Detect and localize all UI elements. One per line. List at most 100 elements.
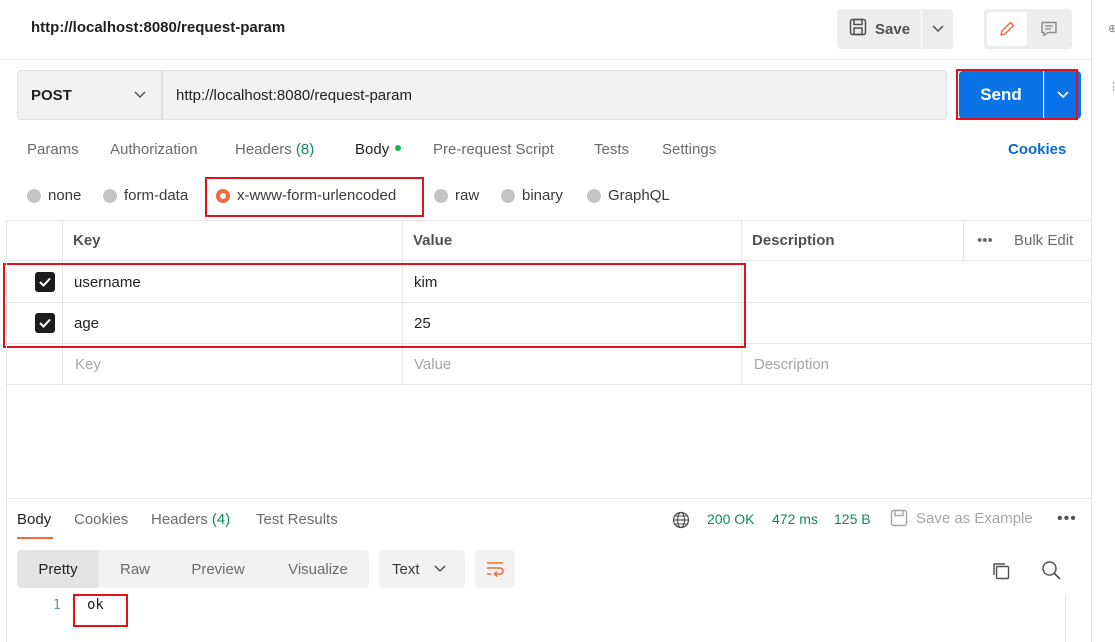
radio-label: none <box>48 187 82 204</box>
row-key[interactable]: age <box>74 303 99 343</box>
chevron-down-icon <box>134 91 146 99</box>
tab-headers-label: Headers <box>235 141 292 158</box>
checkmark-icon <box>35 313 55 333</box>
documentation-mode-button[interactable] <box>1029 12 1069 46</box>
radio-label: raw <box>455 187 480 204</box>
method-label: POST <box>31 86 72 104</box>
radio-circle <box>587 188 601 203</box>
response-body-text: ok <box>87 597 104 613</box>
response-tab-body[interactable]: Body <box>17 511 51 528</box>
edit-mode-button[interactable] <box>987 12 1027 46</box>
send-options-button[interactable] <box>1044 71 1081 119</box>
radio-label: x-www-form-urlencoded <box>237 187 397 204</box>
response-tab-headers-label: Headers <box>151 511 208 528</box>
cookies-link[interactable]: Cookies <box>1008 141 1066 158</box>
request-title: http://localhost:8080/request-param <box>31 19 286 36</box>
row-key[interactable]: username <box>74 262 141 302</box>
save-as-example-button[interactable]: Save as Example <box>890 509 1033 527</box>
table-header-row: Key Value Description ••• Bulk Edit <box>7 220 1091 261</box>
radio-circle-selected <box>216 188 230 203</box>
view-pretty[interactable]: Pretty <box>17 550 99 588</box>
chevron-down-icon <box>931 25 944 33</box>
table-row: username kim <box>7 262 1091 303</box>
side-panel-edge-icon[interactable]: ⋮ <box>1108 80 1115 96</box>
radio-circle <box>501 188 515 203</box>
save-as-example-label: Save as Example <box>916 509 1033 527</box>
tab-settings[interactable]: Settings <box>662 141 716 158</box>
radio-label: binary <box>522 187 563 204</box>
response-divider[interactable] <box>7 498 1091 499</box>
radio-circle <box>27 188 41 203</box>
scrollbar[interactable] <box>1065 595 1066 642</box>
table-row: age 25 <box>7 303 1091 344</box>
tab-body[interactable]: Body <box>355 141 402 158</box>
radio-raw[interactable]: raw <box>434 187 479 204</box>
bulk-edit-button[interactable]: Bulk Edit <box>1014 221 1073 260</box>
pencil-icon <box>1000 21 1015 36</box>
comment-icon <box>1041 21 1057 37</box>
radio-binary[interactable]: binary <box>501 187 563 204</box>
response-time[interactable]: 472 ms <box>772 511 818 527</box>
radio-label: form-data <box>124 187 189 204</box>
chevron-down-icon <box>433 565 446 573</box>
tab-headers[interactable]: Headers (8) <box>235 141 314 158</box>
radio-graphql[interactable]: GraphQL <box>587 187 670 204</box>
row-value[interactable]: 25 <box>414 303 431 343</box>
save-label: Save <box>875 20 911 38</box>
save-options-button[interactable] <box>922 9 953 49</box>
url-input[interactable]: http://localhost:8080/request-param <box>162 70 947 120</box>
response-size[interactable]: 125 B <box>834 511 871 527</box>
wrap-lines-button[interactable] <box>475 550 515 588</box>
save-icon <box>890 509 908 527</box>
tab-pre-request-script[interactable]: Pre-request Script <box>433 141 554 158</box>
checkmark-icon <box>35 272 55 292</box>
panel-border <box>1091 0 1092 642</box>
radio-urlencoded[interactable]: x-www-form-urlencoded <box>216 187 396 204</box>
tab-authorization[interactable]: Authorization <box>110 141 198 158</box>
line-number: 1 <box>53 598 61 613</box>
tab-params[interactable]: Params <box>27 141 79 158</box>
wrap-icon <box>487 562 504 578</box>
send-button[interactable]: Send <box>959 71 1043 119</box>
row-value[interactable]: kim <box>414 262 437 302</box>
radio-none[interactable]: none <box>27 187 81 204</box>
response-tab-test-results[interactable]: Test Results <box>256 511 338 528</box>
column-divider <box>963 220 964 262</box>
column-divider <box>402 220 403 386</box>
response-tab-headers[interactable]: Headers (4) <box>151 511 230 528</box>
status-code[interactable]: 200 OK <box>707 511 754 527</box>
column-divider <box>62 220 63 386</box>
panel-border <box>6 220 7 642</box>
column-header-value: Value <box>413 232 453 249</box>
key-placeholder[interactable]: Key <box>75 344 101 384</box>
tab-headers-count: (8) <box>295 141 315 158</box>
view-preview[interactable]: Preview <box>175 550 261 588</box>
radio-label: GraphQL <box>608 187 670 204</box>
response-more-icon[interactable]: ••• <box>1057 510 1077 528</box>
format-label: Text <box>392 560 420 578</box>
row-checkbox[interactable] <box>35 262 55 302</box>
more-options-icon[interactable]: ••• <box>977 221 993 260</box>
radio-form-data[interactable]: form-data <box>103 187 188 204</box>
copy-icon[interactable] <box>991 561 1011 581</box>
format-select[interactable]: Text <box>379 550 465 588</box>
side-panel-edge-icon[interactable]: ⊕ <box>1108 22 1115 38</box>
column-header-description: Description <box>752 232 835 249</box>
tab-body-label: Body <box>355 141 390 158</box>
view-raw[interactable]: Raw <box>103 550 167 588</box>
search-icon[interactable] <box>1041 560 1062 581</box>
radio-circle <box>103 188 117 203</box>
response-tab-cookies[interactable]: Cookies <box>74 511 128 528</box>
column-header-key: Key <box>73 232 101 249</box>
active-tab-indicator <box>17 537 53 539</box>
tab-tests[interactable]: Tests <box>594 141 629 158</box>
value-placeholder[interactable]: Value <box>414 344 451 384</box>
row-checkbox[interactable] <box>35 303 55 343</box>
save-icon <box>849 18 867 40</box>
description-placeholder[interactable]: Description <box>754 344 829 384</box>
save-button[interactable]: Save <box>837 9 921 49</box>
globe-icon[interactable] <box>672 511 690 529</box>
view-visualize[interactable]: Visualize <box>270 550 366 588</box>
table-row-placeholder: Key Value Description <box>7 344 1091 385</box>
column-divider <box>741 220 742 386</box>
